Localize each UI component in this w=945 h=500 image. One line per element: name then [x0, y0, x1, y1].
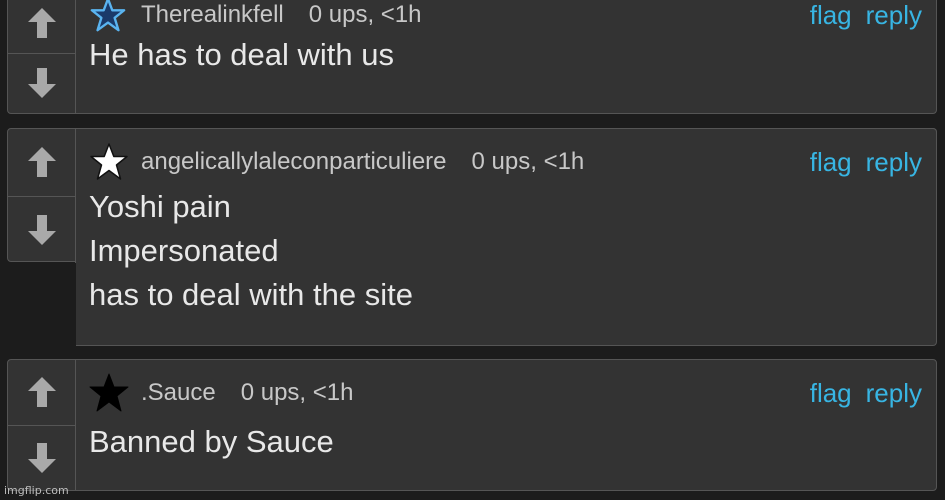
arrow-up-icon [27, 377, 56, 408]
comment-stats: 0 ups, <1h [308, 1, 422, 28]
downvote-button[interactable] [8, 195, 75, 264]
comment: .Sauce 0 ups, <1h flag reply Banned by S… [7, 359, 937, 491]
reply-link[interactable]: reply [866, 0, 922, 31]
username-link[interactable]: angelicallylaleconparticuliere [141, 148, 447, 176]
arrow-up-icon [27, 147, 56, 178]
comment-actions: flag reply [810, 0, 922, 31]
vote-column [8, 129, 76, 263]
upvote-button[interactable] [8, 360, 75, 425]
comment-body: angelicallylaleconparticuliere 0 ups, <1… [76, 128, 937, 346]
comment-stats: 0 ups, <1h [471, 148, 585, 175]
flag-link[interactable]: flag [810, 0, 852, 31]
comment-meta: Therealinkfell 0 ups, <1h flag reply [89, 0, 936, 37]
comment: Therealinkfell 0 ups, <1h flag reply He … [7, 0, 937, 114]
arrow-down-icon [27, 68, 56, 99]
comment-line: He has to deal with us [89, 37, 395, 72]
comment-line: has to deal with the site [89, 277, 413, 312]
upvote-button[interactable] [8, 129, 75, 196]
vote-column [8, 360, 76, 490]
comment-thread: Therealinkfell 0 ups, <1h flag reply He … [0, 0, 945, 500]
comment-text: Yoshi pain Impersonated has to deal with… [89, 185, 936, 317]
comment-line: Impersonated [89, 233, 279, 268]
arrow-up-icon [27, 7, 56, 38]
comment-text: Banned by Sauce [89, 420, 936, 464]
comment-body: .Sauce 0 ups, <1h flag reply Banned by S… [76, 360, 936, 490]
username-link[interactable]: .Sauce [141, 379, 216, 407]
vote-column [8, 0, 76, 113]
comment-body: Therealinkfell 0 ups, <1h flag reply He … [76, 0, 936, 113]
reply-link[interactable]: reply [866, 147, 922, 178]
flag-link[interactable]: flag [810, 147, 852, 178]
white-star-icon [89, 142, 129, 182]
downvote-button[interactable] [8, 52, 75, 114]
outline-blue-star-icon [89, 0, 129, 35]
username-link[interactable]: Therealinkfell [141, 1, 284, 29]
comment-line: Yoshi pain [89, 189, 231, 224]
flag-link[interactable]: flag [810, 378, 852, 409]
comment-text: He has to deal with us [89, 33, 936, 77]
watermark: imgflip.com [4, 484, 69, 497]
upvote-button[interactable] [8, 0, 75, 53]
comment-stats: 0 ups, <1h [240, 379, 354, 406]
comment-actions: flag reply [810, 378, 922, 409]
comment: angelicallylaleconparticuliere 0 ups, <1… [7, 128, 937, 346]
arrow-down-icon [27, 442, 56, 473]
black-star-icon [89, 373, 129, 413]
arrow-down-icon [27, 214, 56, 245]
reply-link[interactable]: reply [866, 378, 922, 409]
downvote-button[interactable] [8, 424, 75, 491]
comment-actions: flag reply [810, 147, 922, 178]
comment-meta: .Sauce 0 ups, <1h flag reply [89, 360, 936, 426]
comment-line: Banned by Sauce [89, 424, 334, 459]
